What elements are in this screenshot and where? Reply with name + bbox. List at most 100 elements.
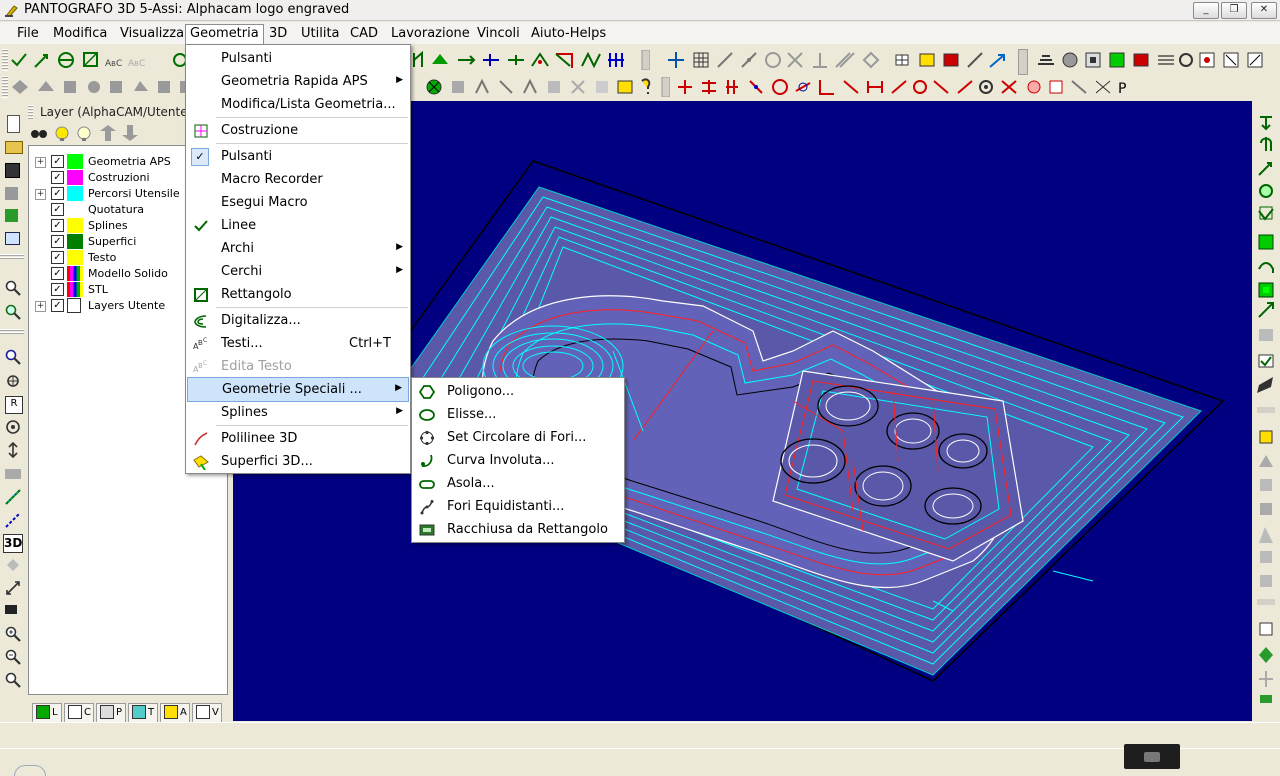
rotate-view-icon[interactable] [5,557,21,573]
layer-visibility-checkbox[interactable]: ✓ [51,235,64,248]
menu-item-superfici-3d[interactable]: Superfici 3D... [187,450,409,473]
menu-item-macro-recorder[interactable]: Macro Recorder [187,168,409,191]
expand-toggle[interactable]: + [35,157,46,168]
menu-item-esegui-macro[interactable]: Esegui Macro [187,191,409,214]
menu-item-archi[interactable]: Archi ▶ [187,237,409,260]
start-orb-icon[interactable] [14,765,46,776]
layer-color-swatch [67,266,83,281]
layer-visibility-checkbox[interactable]: ✓ [51,251,64,264]
menu-item-cerchi[interactable]: Cerchi ▶ [187,260,409,283]
layer-visibility-checkbox[interactable]: ✓ [51,219,64,232]
expand-toggle[interactable]: + [35,189,46,200]
toolpath-icon[interactable] [5,489,21,505]
layer-visibility-checkbox[interactable]: ✓ [51,299,64,312]
menu-item-costruzione[interactable]: Costruzione [187,119,409,142]
orbit-icon[interactable] [5,419,21,435]
fit-view-icon[interactable] [5,580,21,596]
menu-visualizza[interactable]: Visualizza [116,25,188,43]
menu-item-label: Esegui Macro [221,195,308,210]
menu-geometria[interactable]: Geometria [185,24,264,45]
menu-item-label: Linee [221,218,257,233]
window-icon[interactable] [5,232,20,245]
menu-item-digitalizza[interactable]: Digitalizza... [187,309,409,332]
layer-visibility-checkbox[interactable]: ✓ [51,283,64,296]
menu-aiuto-helps[interactable]: Aiuto-Helps [527,25,610,43]
menu-utilita[interactable]: Utilita [297,25,344,43]
pan-icon[interactable] [5,373,21,389]
menu-modifica[interactable]: Modifica [49,25,111,43]
submenu-item-fori-equidistanti[interactable]: Fori Equidistanti... [413,495,623,518]
surface-toolbar[interactable] [410,77,670,97]
menu-item-polilinee-3d[interactable]: Polilinee 3D [187,427,409,450]
view-toolbar[interactable] [1036,50,1272,70]
menu-item-pulsanti-checked[interactable]: ✓ Pulsanti [187,145,409,168]
toolbar-grip[interactable] [2,49,8,71]
menu-item-splines[interactable]: Splines ▶ [187,401,409,424]
panel-grip[interactable] [28,105,33,119]
new-file-icon[interactable] [7,115,20,133]
zoom-window-icon[interactable] [5,304,21,320]
solid-box-icon[interactable] [5,469,21,479]
open-file-icon[interactable] [5,141,23,154]
tab-checklist[interactable]: C [64,703,94,723]
3d-view-button[interactable]: 3D [3,534,23,553]
toolbar-end[interactable] [1018,49,1028,75]
machining-toolbar[interactable] [410,50,650,70]
print-icon[interactable] [5,187,18,200]
menu-item-rettangolo[interactable]: Rettangolo [187,283,409,306]
snap-toolbar[interactable] [668,50,1018,70]
tab-layers[interactable]: L [32,703,62,723]
menu-item-modifica-lista-geometria[interactable]: Modifica/Lista Geometria... [187,93,409,116]
zoom-in-icon[interactable] [5,349,21,365]
menu-cad[interactable]: CAD [346,25,382,43]
layer-icon[interactable] [5,209,18,222]
layer-visibility-checkbox[interactable]: ✓ [51,267,64,280]
redraw-icon[interactable]: R [5,396,23,414]
menu-item-testi[interactable]: ABC Testi... Ctrl+T [187,332,409,355]
rapid-move-icon[interactable] [5,512,21,528]
menu-lavorazione[interactable]: Lavorazione [387,25,474,43]
zoom-extents-icon[interactable] [5,626,21,642]
maximize-button[interactable]: ❐ [1221,2,1247,19]
layer-visibility-checkbox[interactable]: ✓ [51,171,64,184]
layer-visibility-checkbox[interactable]: ✓ [51,187,64,200]
menu-item-label: Costruzione [221,123,299,138]
menu-file[interactable]: File [13,25,43,43]
toolbar-grip[interactable] [2,76,8,98]
close-button[interactable]: ✕ [1251,2,1277,19]
keyboard-icon[interactable] [1144,752,1160,762]
menu-item-pulsanti[interactable]: Pulsanti [187,47,409,70]
tab-attributes[interactable]: A [160,703,190,723]
menu-vincoli[interactable]: Vincoli [473,25,524,43]
submenu-item-curva-involuta[interactable]: Curva Involuta... [413,449,623,472]
tab-tools[interactable]: T [128,703,158,723]
menu-3d[interactable]: 3D [265,25,291,43]
zoom-icon[interactable] [5,280,21,296]
menu-item-linee[interactable]: Linee [187,214,409,237]
tab-parts[interactable]: P [96,703,126,723]
shade-icon[interactable] [5,605,17,614]
tab-views[interactable]: V [192,703,222,723]
column-grip[interactable] [0,254,24,260]
submenu-item-racchiusa-da-rettangolo[interactable]: Racchiusa da Rettangolo [413,518,623,541]
expand-toggle[interactable]: + [35,301,46,312]
dimension-arrow-icon[interactable] [5,442,21,458]
minimize-button[interactable]: _ [1193,2,1219,19]
zoom-previous-icon[interactable] [5,672,21,688]
right-tool-icons[interactable] [1257,115,1275,705]
menu-item-geometrie-speciali[interactable]: Geometrie Speciali ... ▶ [187,377,409,402]
submenu-item-poligono[interactable]: Poligono... [413,380,623,403]
menu-item-geometria-rapida-aps[interactable]: Geometria Rapida APS ▶ [187,70,409,93]
layer-visibility-checkbox[interactable]: ✓ [51,203,64,216]
save-icon[interactable] [5,163,20,178]
zoom-out-icon[interactable] [5,649,21,665]
dimension-toolbar[interactable]: P [676,77,1136,97]
submenu-item-elisse[interactable]: Elisse... [413,403,623,426]
column-grip[interactable] [0,329,24,335]
geometry-toolbar[interactable]: ABC ABC [10,50,190,70]
layer-visibility-checkbox[interactable]: ✓ [51,155,64,168]
submenu-item-set-circolare-fori[interactable]: Set Circolare di Fori... [413,426,623,449]
submenu-item-asola[interactable]: Asola... [413,472,623,495]
layer-panel-toolbar[interactable] [30,125,150,143]
solid-toolbar[interactable] [10,77,190,97]
